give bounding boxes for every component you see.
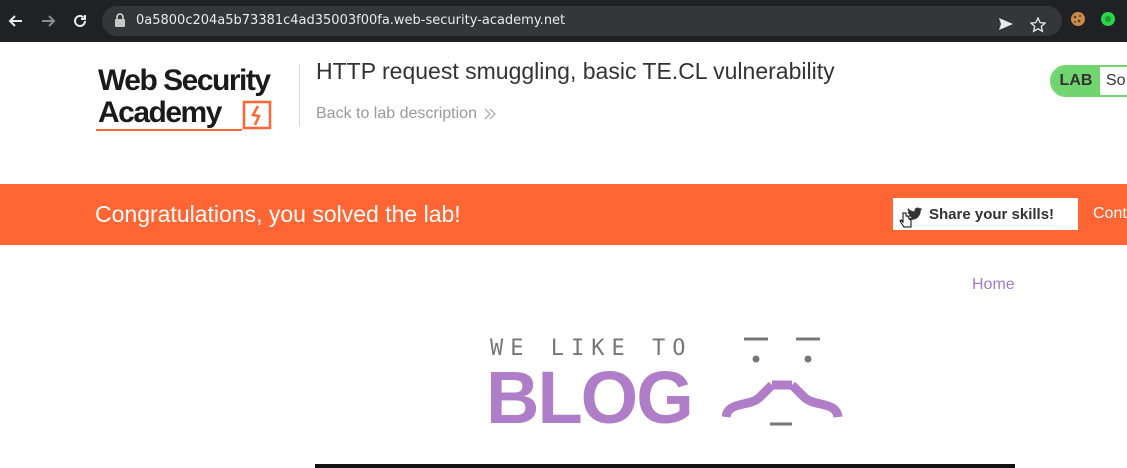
reload-icon[interactable] [69,10,91,32]
lock-icon[interactable] [114,13,126,33]
send-icon[interactable] [998,17,1014,36]
blog-page: Home WE LIKE TO BLOG [0,245,1127,468]
lab-badge-status: So [1100,67,1126,95]
logo-lightning-icon [242,100,272,130]
address-bar[interactable]: 0a5800c204a5b73381c4ad35003f00fa.web-sec… [102,6,1062,36]
url-text[interactable]: 0a5800c204a5b73381c4ad35003f00fa.web-sec… [136,13,565,28]
home-nav-link[interactable]: Home [972,276,1015,294]
star-icon[interactable] [1029,16,1047,38]
blog-logo-word: BLOG [486,356,694,439]
academy-header: Web Security Academy HTTP request smuggl… [0,42,1127,184]
logo-line1: Web Security [98,64,271,97]
double-chevron-right-icon [484,108,496,120]
header-divider [299,64,300,126]
back-to-lab-description-link[interactable]: Back to lab description [316,105,497,123]
browser-toolbar: 0a5800c204a5b73381c4ad35003f00fa.web-sec… [0,0,1127,42]
lab-status-badge: LAB So [1050,65,1127,97]
share-button-label[interactable]: Share your skills! [929,206,1054,223]
share-your-skills-button[interactable]: Share your skills! [893,198,1078,230]
web-security-academy-logo[interactable]: Web Security Academy [96,64,296,136]
blog-logo: WE LIKE TO BLOG [486,333,846,439]
back-link-label[interactable]: Back to lab description [316,105,477,123]
hero-image-strip [315,464,1015,468]
hand-cursor-icon [899,212,912,228]
back-arrow-icon[interactable] [5,10,27,32]
congratulations-message: Congratulations, you solved the lab! [95,201,461,227]
blog-logo-face-icon [722,337,843,426]
lab-solved-banner: Congratulations, you solved the lab! Sha… [0,184,1127,245]
continue-learning-link[interactable]: Cont [1093,205,1127,223]
forward-arrow-icon[interactable] [37,10,59,32]
cookie-icon[interactable] [1070,11,1086,32]
lab-title: HTTP request smuggling, basic TE.CL vuln… [316,58,835,84]
lab-badge-label: LAB [1052,67,1100,95]
extension-icon[interactable] [1100,11,1116,32]
